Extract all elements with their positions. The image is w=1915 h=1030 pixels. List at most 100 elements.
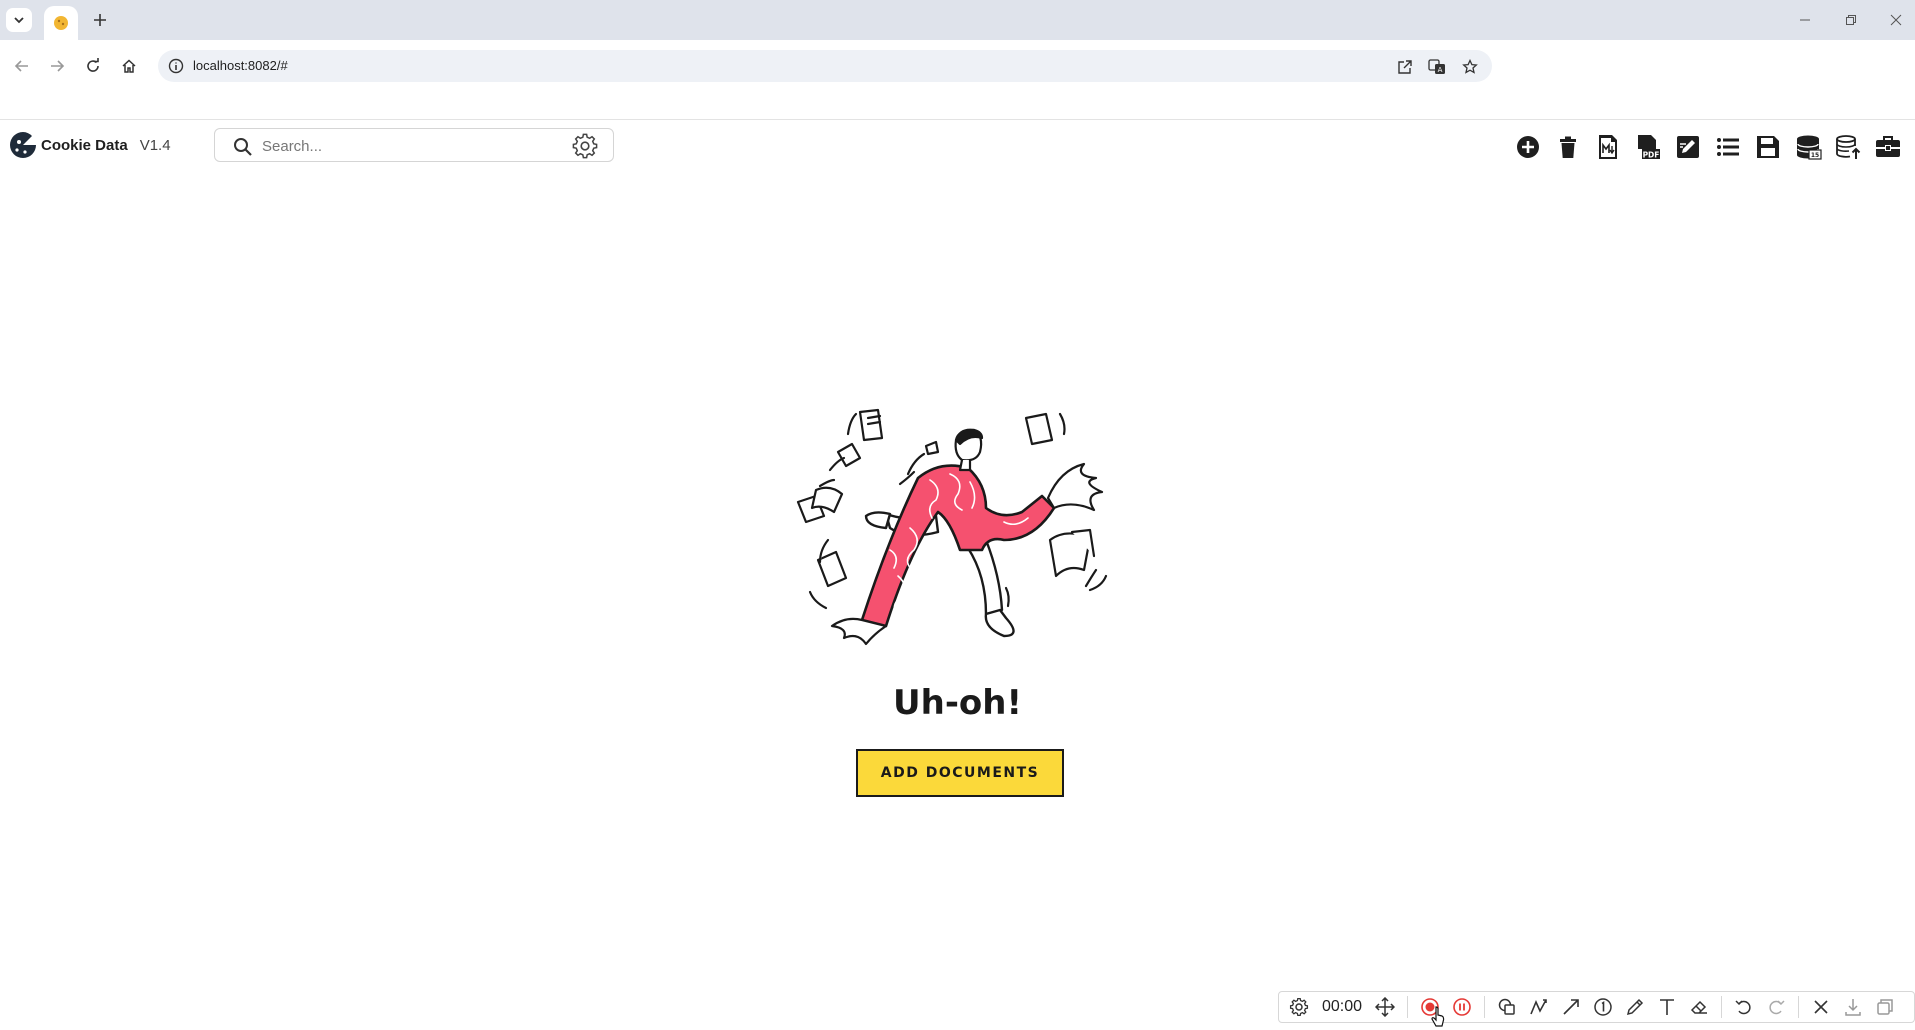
pdf-button[interactable]: PDF (1628, 131, 1668, 163)
toolbar-divider (1721, 996, 1722, 1018)
external-link-icon (1398, 60, 1412, 74)
database-upload-button[interactable] (1828, 131, 1868, 163)
text-icon (1660, 999, 1674, 1015)
reload-button[interactable] (79, 52, 107, 80)
delete-button[interactable] (1548, 131, 1588, 163)
copy-button[interactable] (1869, 992, 1901, 1022)
brand[interactable]: Cookie Data V1.4 (8, 130, 171, 160)
edit-button[interactable] (1668, 131, 1708, 163)
list-button[interactable] (1708, 131, 1748, 163)
download-icon (1845, 999, 1861, 1016)
empty-state-illustration (796, 408, 1108, 646)
path-icon (1530, 999, 1547, 1015)
numbered-step-icon (1594, 998, 1612, 1016)
download-button[interactable] (1837, 992, 1869, 1022)
undo-icon (1735, 1000, 1751, 1015)
pause-button[interactable] (1446, 992, 1478, 1022)
redo-button[interactable] (1760, 992, 1792, 1022)
add-button[interactable] (1508, 131, 1548, 163)
recorder-settings-button[interactable] (1283, 992, 1315, 1022)
forward-button[interactable] (43, 52, 71, 80)
search-input[interactable] (262, 135, 562, 157)
close-icon (1814, 1000, 1828, 1014)
arrow-icon (1563, 999, 1579, 1015)
toolbar-divider (1484, 996, 1485, 1018)
trash-icon (1560, 136, 1576, 158)
tab-search-button[interactable] (6, 8, 32, 32)
markdown-button[interactable] (1588, 131, 1628, 163)
pen-icon (1626, 998, 1644, 1016)
edit-document-icon (1677, 136, 1699, 158)
save-button[interactable] (1748, 131, 1788, 163)
recording-timer: 00:00 (1321, 998, 1363, 1015)
markdown-file-icon (1599, 135, 1617, 159)
app-header: Cookie Data V1.4 PDF (0, 121, 1915, 171)
brand-name: Cookie Data (41, 136, 128, 154)
save-icon (1757, 136, 1779, 158)
redo-icon (1769, 1000, 1785, 1015)
move-toolbar-handle[interactable] (1369, 992, 1401, 1022)
open-in-app-button[interactable] (1394, 56, 1416, 78)
empty-state-title: Uh-oh! (893, 683, 1022, 723)
chevron-down-icon (14, 17, 24, 24)
translate-icon: A (1428, 59, 1445, 74)
svg-text:A: A (1438, 66, 1443, 74)
url-text[interactable]: localhost:8082/# (193, 58, 288, 73)
back-button[interactable] (8, 52, 36, 80)
toolbar-divider (1407, 996, 1408, 1018)
close-window-button[interactable] (1878, 8, 1914, 32)
new-tab-button[interactable] (88, 8, 112, 32)
database-sql-button[interactable]: 15 (1788, 131, 1828, 163)
browser-tab[interactable] (44, 6, 78, 40)
copy-icon (1877, 999, 1893, 1015)
path-tool-button[interactable] (1523, 992, 1555, 1022)
action-toolbar: PDF 15 (1508, 131, 1908, 163)
clear-button[interactable] (1805, 992, 1837, 1022)
bookmark-button[interactable] (1459, 56, 1481, 78)
toolbox-button[interactable] (1868, 131, 1908, 163)
toolbox-icon (1876, 136, 1900, 157)
restore-icon (1846, 15, 1856, 25)
arrow-tool-button[interactable] (1555, 992, 1587, 1022)
translate-button[interactable]: A (1426, 56, 1448, 78)
text-tool-button[interactable] (1651, 992, 1683, 1022)
browser-tabstrip (0, 0, 1915, 40)
pause-icon (1453, 998, 1471, 1016)
shapes-icon (1498, 998, 1515, 1015)
plus-icon (94, 14, 106, 26)
step-tool-button[interactable] (1587, 992, 1619, 1022)
minimize-icon (1800, 19, 1810, 21)
home-icon (122, 59, 136, 73)
app-version: V1.4 (139, 136, 171, 154)
star-icon (1462, 59, 1478, 74)
reload-icon (87, 58, 99, 72)
arrow-left-icon (14, 60, 28, 72)
eraser-tool-button[interactable] (1683, 992, 1715, 1022)
browser-toolbar: localhost:8082/# A (0, 40, 1915, 120)
screen-recorder-toolbar: 00:00 (1278, 991, 1915, 1023)
cookie-logo-icon (10, 132, 36, 158)
add-icon (1517, 136, 1539, 158)
mouse-cursor-icon (1431, 1006, 1445, 1027)
pdf-file-icon: PDF (1638, 135, 1660, 160)
close-icon (1890, 14, 1902, 26)
site-info-icon[interactable] (168, 58, 184, 74)
svg-text:PDF: PDF (1643, 151, 1660, 160)
arrow-right-icon (51, 60, 65, 72)
database-upload-icon (1836, 135, 1861, 159)
undo-button[interactable] (1728, 992, 1760, 1022)
cookie-favicon-icon (54, 16, 68, 30)
list-icon (1717, 138, 1739, 156)
address-bar[interactable]: localhost:8082/# A (158, 50, 1492, 82)
shape-tool-button[interactable] (1491, 992, 1523, 1022)
toolbar-divider (1798, 996, 1799, 1018)
search-icon (234, 138, 252, 156)
minimize-button[interactable] (1787, 8, 1823, 32)
gear-icon (1289, 997, 1309, 1017)
pen-tool-button[interactable] (1619, 992, 1651, 1022)
home-button[interactable] (115, 52, 143, 80)
add-documents-button[interactable]: ADD DOCUMENTS (856, 749, 1064, 797)
restore-button[interactable] (1833, 8, 1869, 32)
search-settings-icon[interactable] (572, 133, 598, 159)
search-box (214, 128, 614, 162)
